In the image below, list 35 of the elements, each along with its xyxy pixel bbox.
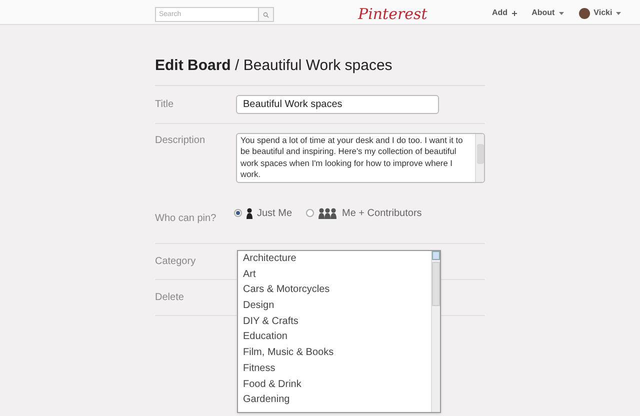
option-label: Me + Contributors xyxy=(342,206,422,220)
category-option[interactable]: Cars & Motorcycles xyxy=(238,282,431,298)
category-option[interactable]: Education xyxy=(238,329,431,346)
plus-icon xyxy=(512,10,517,16)
search-icon xyxy=(263,12,269,18)
person-icon xyxy=(246,208,253,218)
title-field[interactable]: Beautiful Work spaces xyxy=(236,94,439,114)
category-option[interactable]: Architecture xyxy=(238,251,431,267)
field-label: Description xyxy=(155,134,206,148)
search-button[interactable] xyxy=(259,7,274,22)
radio-button[interactable] xyxy=(306,209,314,217)
field-label: Title xyxy=(155,98,175,112)
field-label: Delete xyxy=(155,290,185,304)
nav-link[interactable]: Add xyxy=(492,7,517,19)
caret-icon xyxy=(558,12,564,14)
category-option[interactable]: DIY & Crafts xyxy=(238,314,431,330)
category-option[interactable]: Fitness xyxy=(238,360,431,376)
radio-button[interactable] xyxy=(234,209,242,217)
scrollbar xyxy=(475,134,484,182)
category-option[interactable]: Gardening xyxy=(238,392,431,408)
nav-link[interactable]: Vicki xyxy=(578,7,622,19)
field-label: Who can pin? xyxy=(155,212,218,226)
logo[interactable]: Pinterest xyxy=(358,3,428,26)
field-label: Category xyxy=(155,254,197,268)
category-option[interactable]: Food & Drink xyxy=(238,376,431,392)
category-option[interactable]: Art xyxy=(238,266,431,282)
nav-link[interactable]: About xyxy=(532,7,564,19)
category-list[interactable]: Architecture Art Cars & Motorcycles Design DIY & Crafts Education Film, Music & Books Fitness Food & Drink Gardening xyxy=(237,250,441,413)
caret-icon xyxy=(616,12,622,14)
avatar-icon xyxy=(578,8,590,18)
people-icon xyxy=(318,208,338,218)
category-option[interactable]: Design xyxy=(238,298,431,314)
option-label: Just Me xyxy=(257,206,292,220)
category-option[interactable]: Film, Music & Books xyxy=(238,345,431,361)
page-heading: Edit Board / Beautiful Work spaces xyxy=(155,25,485,86)
